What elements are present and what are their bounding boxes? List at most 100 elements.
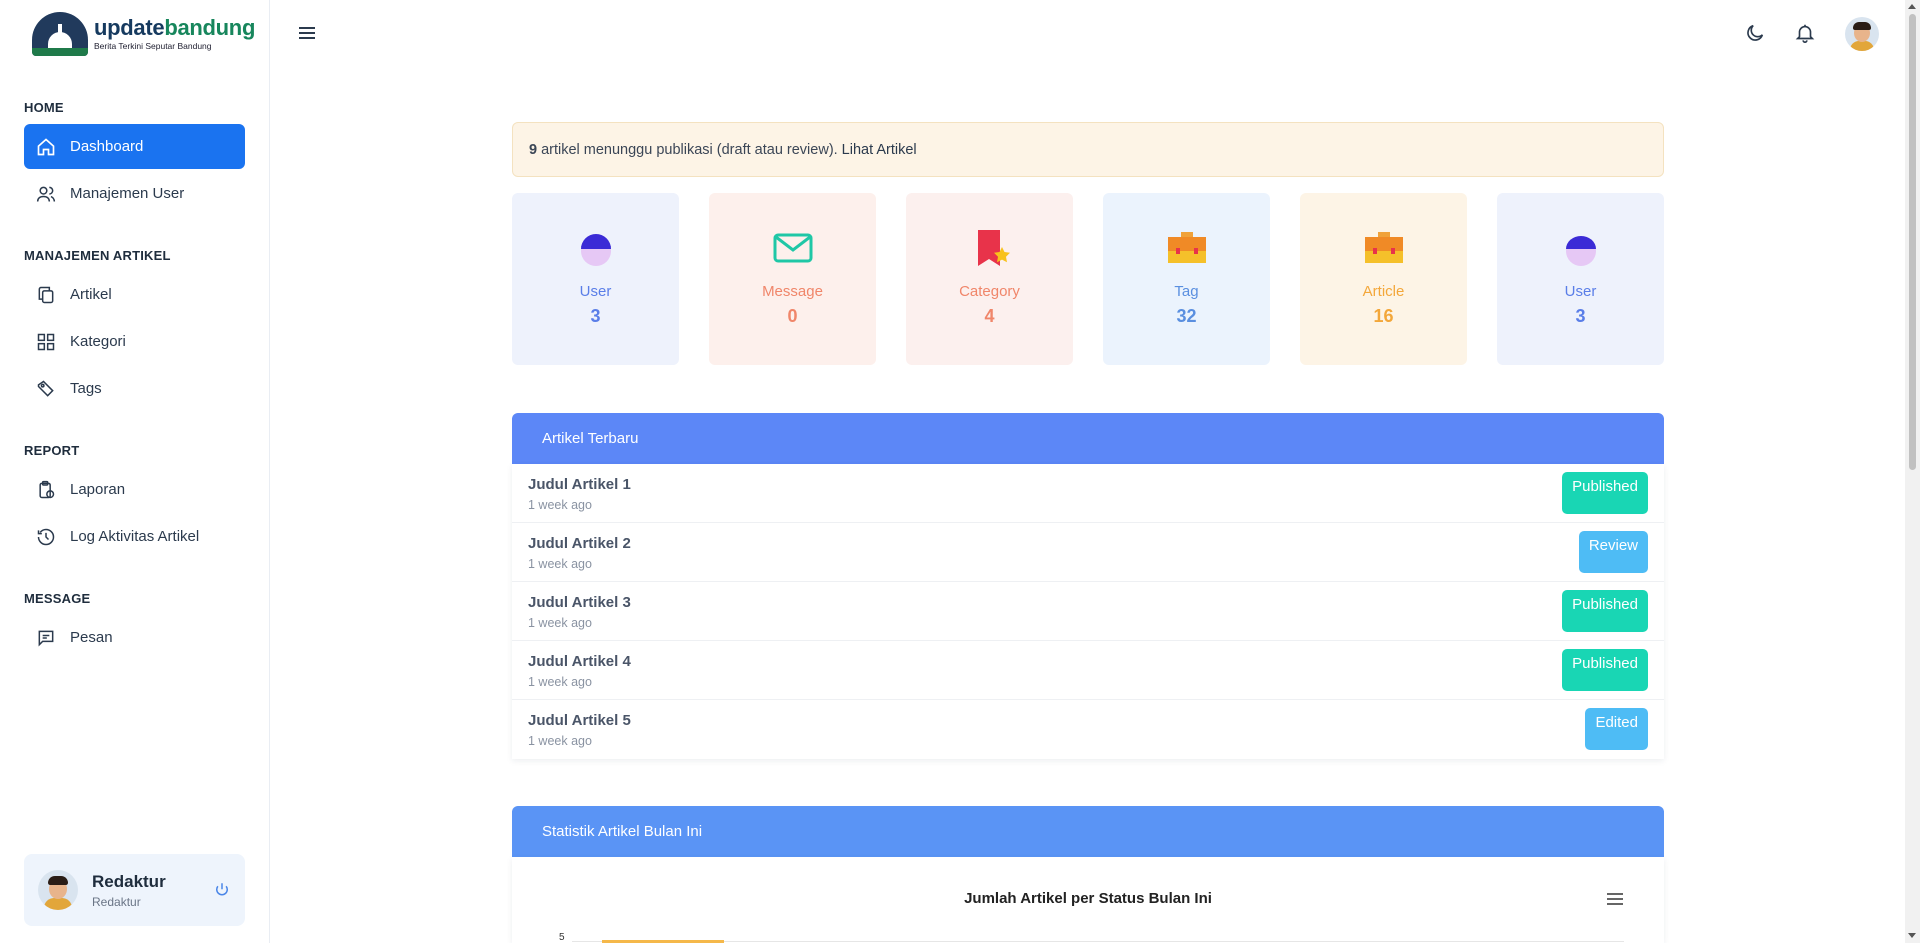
- sidebar-item-log-aktivitas[interactable]: Log Aktivitas Artikel: [24, 514, 245, 559]
- sidebar-item-label: Kategori: [70, 333, 126, 350]
- latest-articles-header: Artikel Terbaru: [512, 413, 1664, 464]
- sidebar: updatebandung Berita Terkini Seputar Ban…: [0, 0, 270, 943]
- stat-label: Tag: [1174, 283, 1199, 300]
- sidebar-item-label: Tags: [70, 380, 102, 397]
- section-message: MESSAGE: [24, 591, 91, 606]
- latest-articles-list: Judul Artikel 1 1 week ago Published Jud…: [512, 464, 1664, 759]
- status-badge[interactable]: Edited: [1585, 708, 1648, 750]
- article-time: 1 week ago: [528, 734, 592, 748]
- mail-icon: [773, 233, 812, 263]
- profile-role: Redaktur: [92, 894, 141, 909]
- pending-articles-alert: 9 artikel menunggu publikasi (draft atau…: [512, 122, 1664, 177]
- user-avatar-button[interactable]: [1845, 17, 1879, 51]
- tags-icon: [37, 380, 54, 397]
- mosque-logo-icon: [32, 12, 88, 56]
- sidebar-item-dashboard[interactable]: Dashboard: [24, 124, 245, 169]
- history-icon: [37, 528, 55, 545]
- sidebar-item-label: Laporan: [70, 481, 126, 498]
- brand-logo[interactable]: updatebandung Berita Terkini Seputar Ban…: [32, 12, 255, 56]
- status-badge[interactable]: Review: [1578, 531, 1648, 573]
- section-home: HOME: [24, 100, 64, 115]
- stat-card-category[interactable]: Category 4: [906, 193, 1073, 365]
- stat-label: User: [1564, 283, 1597, 300]
- list-item[interactable]: Judul Artikel 5 1 week ago Edited: [512, 700, 1664, 759]
- stat-value: 4: [984, 306, 995, 326]
- status-badge[interactable]: Published: [1562, 649, 1648, 691]
- sidebar-item-artikel[interactable]: Artikel: [24, 272, 245, 317]
- stat-label: User: [579, 283, 612, 300]
- article-title: Judul Artikel 4: [528, 653, 631, 670]
- sidebar-item-tags[interactable]: Tags: [24, 366, 245, 411]
- chart-gridline: [572, 941, 1624, 942]
- page-scrollbar[interactable]: [1905, 0, 1920, 943]
- sidebar-item-manajemen-user[interactable]: Manajemen User: [24, 171, 245, 216]
- article-title: Judul Artikel 2: [528, 535, 631, 552]
- scroll-down-arrow[interactable]: [1908, 933, 1916, 938]
- profile-card: Redaktur Redaktur: [24, 854, 245, 926]
- stats-panel-header: Statistik Artikel Bulan Ini: [512, 806, 1664, 857]
- user-icon: [580, 234, 611, 266]
- article-title: Judul Artikel 5: [528, 712, 631, 729]
- article-title: Judul Artikel 3: [528, 594, 631, 611]
- sidebar-item-pesan[interactable]: Pesan: [24, 615, 245, 660]
- power-icon[interactable]: [213, 881, 231, 899]
- stat-card-user-2[interactable]: User 3: [1497, 193, 1664, 365]
- article-time: 1 week ago: [528, 616, 592, 630]
- status-badge[interactable]: Published: [1562, 472, 1648, 514]
- sidebar-item-kategori[interactable]: Kategori: [24, 319, 245, 364]
- bookmark-star-icon: [977, 230, 1010, 266]
- users-icon: [36, 186, 56, 202]
- stat-card-message[interactable]: Message 0: [709, 193, 876, 365]
- stat-label: Message: [762, 283, 823, 300]
- stat-value: 3: [1575, 306, 1586, 326]
- grid-icon: [37, 333, 55, 350]
- view-articles-link[interactable]: Lihat Artikel: [842, 142, 917, 158]
- brand-name: updatebandung: [94, 15, 256, 41]
- sidebar-item-label: Dashboard: [70, 138, 144, 155]
- status-badge[interactable]: Published: [1562, 590, 1648, 632]
- stat-card-user[interactable]: User 3: [512, 193, 679, 365]
- briefcase-icon: [1364, 232, 1403, 263]
- sidebar-item-laporan[interactable]: Laporan: [24, 467, 245, 512]
- article-time: 1 week ago: [528, 498, 592, 512]
- copy-icon: [38, 286, 54, 303]
- chart-menu-icon[interactable]: [1606, 892, 1624, 906]
- message-icon: [38, 630, 54, 646]
- list-item[interactable]: Judul Artikel 2 1 week ago Review: [512, 523, 1664, 582]
- list-item[interactable]: Judul Artikel 3 1 week ago Published: [512, 582, 1664, 641]
- article-time: 1 week ago: [528, 675, 592, 689]
- section-report: REPORT: [24, 443, 80, 458]
- pending-count: 9: [529, 141, 538, 158]
- scroll-thumb[interactable]: [1909, 14, 1916, 470]
- sidebar-item-label: Artikel: [70, 286, 112, 303]
- sidebar-item-label: Manajemen User: [70, 185, 185, 202]
- list-item[interactable]: Judul Artikel 4 1 week ago Published: [512, 641, 1664, 700]
- brand-tagline: Berita Terkini Seputar Bandung: [94, 41, 212, 52]
- sidebar-item-label: Log Aktivitas Artikel: [70, 528, 200, 545]
- sidebar-item-label: Pesan: [70, 629, 113, 646]
- stat-value: 32: [1176, 306, 1197, 326]
- list-item[interactable]: Judul Artikel 1 1 week ago Published: [512, 464, 1664, 523]
- panel-title: Statistik Artikel Bulan Ini: [542, 823, 703, 840]
- stat-card-article[interactable]: Article 16: [1300, 193, 1467, 365]
- stat-label: Article: [1362, 283, 1405, 300]
- stat-card-tag[interactable]: Tag 32: [1103, 193, 1270, 365]
- avatar: [38, 870, 78, 910]
- section-manajemen-artikel: MANAJEMEN ARTIKEL: [24, 248, 171, 263]
- stat-label: Category: [959, 283, 1020, 300]
- alert-text: artikel menunggu publikasi (draft atau r…: [541, 141, 838, 158]
- moon-icon[interactable]: [1744, 22, 1766, 44]
- chart-title: Jumlah Artikel per Status Bulan Ini: [964, 890, 1212, 907]
- stat-value: 16: [1373, 306, 1394, 326]
- stat-value: 3: [590, 306, 601, 326]
- clipboard-icon: [39, 480, 55, 498]
- bell-icon[interactable]: [1794, 22, 1816, 44]
- briefcase-icon: [1167, 232, 1206, 263]
- y-tick-label: 5: [559, 932, 565, 943]
- menu-icon[interactable]: [296, 24, 318, 42]
- article-title: Judul Artikel 1: [528, 476, 631, 493]
- scroll-up-arrow[interactable]: [1908, 4, 1916, 9]
- home-icon: [37, 137, 55, 155]
- stat-value: 0: [787, 306, 798, 326]
- chart-container: Jumlah Artikel per Status Bulan Ini 5: [512, 857, 1664, 943]
